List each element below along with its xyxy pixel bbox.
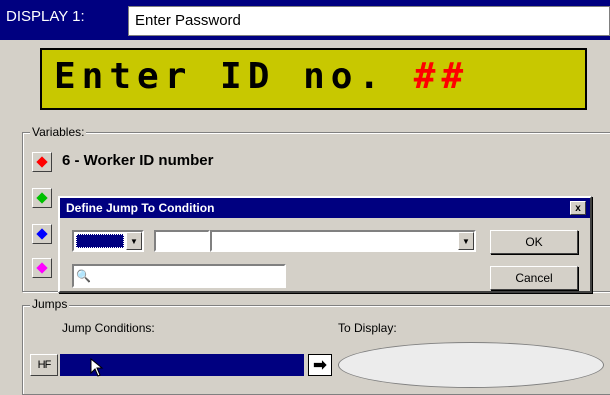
search-input[interactable]: 🔍 xyxy=(72,264,286,288)
jump-condition-button[interactable]: HF xyxy=(30,354,58,376)
display-name-field[interactable]: Enter Password xyxy=(128,6,610,36)
search-icon: 🔍 xyxy=(76,269,91,283)
dialog-title-bar: Define Jump To Condition x xyxy=(60,198,590,218)
to-display-label: To Display: xyxy=(338,321,397,335)
jumps-legend: Jumps xyxy=(30,297,70,311)
variables-legend: Variables: xyxy=(30,125,87,139)
variable-button-green[interactable] xyxy=(32,188,52,208)
close-icon[interactable]: x xyxy=(570,201,586,215)
color-swatch xyxy=(76,234,124,248)
lcd-message: Enter ID no. xyxy=(54,56,414,97)
variable-button-magenta[interactable] xyxy=(32,258,52,278)
blue-diamond-icon xyxy=(36,228,48,240)
lcd-preview: Enter ID no. ## xyxy=(40,48,587,110)
arrow-right-icon[interactable]: ➡ xyxy=(308,354,332,376)
cancel-button[interactable]: Cancel xyxy=(490,266,578,290)
green-diamond-icon xyxy=(36,192,48,204)
value-field[interactable] xyxy=(154,230,210,252)
magenta-diamond-icon xyxy=(36,262,48,274)
target-display-ellipse[interactable] xyxy=(338,342,604,388)
dialog-title: Define Jump To Condition xyxy=(66,201,215,215)
condition-dropdown[interactable]: ▼ xyxy=(210,230,476,252)
lcd-text: Enter ID no. ## xyxy=(54,56,469,97)
red-diamond-icon xyxy=(36,156,48,168)
jump-condition-selected-row[interactable] xyxy=(60,354,304,377)
chevron-down-icon[interactable]: ▼ xyxy=(126,232,142,250)
variable-label: 6 - Worker ID number xyxy=(62,152,214,169)
window-title-bar: DISPLAY 1: Enter Password xyxy=(0,0,610,40)
chevron-down-icon[interactable]: ▼ xyxy=(458,232,474,250)
define-jump-dialog: Define Jump To Condition x ▼ ▼ OK 🔍 Canc… xyxy=(58,196,592,293)
display-title-label: DISPLAY 1: xyxy=(6,8,85,25)
ok-button[interactable]: OK xyxy=(490,230,578,254)
variable-button-blue[interactable] xyxy=(32,224,52,244)
lcd-placeholder: ## xyxy=(413,56,470,97)
variable-button-red[interactable] xyxy=(32,152,52,172)
mouse-cursor-icon xyxy=(90,358,104,377)
jump-conditions-label: Jump Conditions: xyxy=(62,321,155,335)
color-dropdown[interactable]: ▼ xyxy=(72,230,144,252)
